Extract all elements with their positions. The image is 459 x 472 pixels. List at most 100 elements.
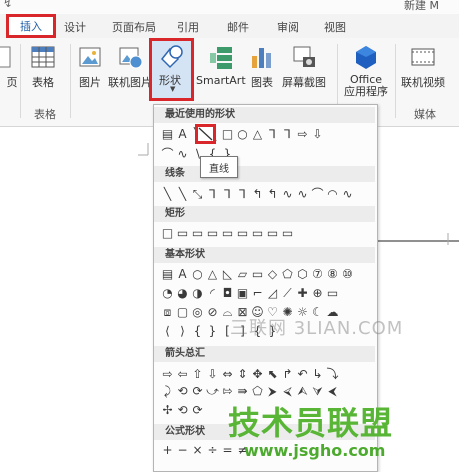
shape-item[interactable]: ◎ — [190, 305, 205, 319]
shape-item[interactable]: ◠ — [325, 187, 340, 201]
picture-button[interactable]: 图片 — [77, 44, 103, 90]
shape-item[interactable]: ▭ — [235, 226, 250, 240]
shape-item[interactable]: □ — [160, 226, 175, 240]
shape-item[interactable]: ⇨ — [295, 127, 310, 141]
shape-item[interactable]: ⇩ — [310, 127, 325, 141]
shape-item[interactable]: ◇ — [265, 267, 280, 281]
line-shape-button[interactable] — [195, 124, 216, 144]
shape-item[interactable]: − — [175, 443, 190, 457]
shape-item[interactable]: ⬠ — [250, 384, 265, 398]
shape-item[interactable]: ◿ — [265, 286, 280, 300]
shape-item[interactable]: ╲ — [175, 187, 190, 201]
shape-item[interactable]: ⇰ — [220, 384, 235, 398]
shape-item[interactable]: ⟲ — [175, 403, 190, 417]
shape-item[interactable]: ▭ — [280, 226, 295, 240]
shape-item[interactable]: ⅂ — [205, 187, 220, 201]
shape-item[interactable]: ▭ — [190, 226, 205, 240]
shape-item[interactable]: A — [175, 267, 190, 281]
shape-item[interactable]: ◕ — [175, 286, 190, 300]
shape-item[interactable]: ⑦ — [310, 267, 325, 281]
shape-item[interactable]: ▣ — [235, 286, 250, 300]
shape-item[interactable]: ⟳ — [190, 384, 205, 398]
shape-item[interactable]: ◔ — [160, 286, 175, 300]
shape-item[interactable]: ▭ — [250, 226, 265, 240]
shape-item[interactable]: ⊕ — [310, 286, 325, 300]
shape-item[interactable]: ⇨ — [160, 367, 175, 381]
shape-item[interactable]: = — [220, 443, 235, 457]
shape-item[interactable]: ╲ — [160, 187, 175, 201]
shape-item[interactable]: ⮙ — [295, 384, 310, 399]
shapes-button[interactable]: 形状 ▼ — [149, 38, 194, 101]
shape-item[interactable]: ⬉ — [265, 367, 280, 381]
shape-item[interactable]: ⟲ — [175, 384, 190, 398]
office-apps-button[interactable]: Office 应用程序 — [344, 44, 388, 98]
shape-item[interactable]: ∿ — [280, 187, 295, 201]
shape-item[interactable]: ⤻ — [205, 384, 220, 399]
shape-item[interactable]: ✥ — [250, 367, 265, 381]
shape-item[interactable]: ✚ — [295, 286, 310, 300]
shape-item[interactable]: ⮛ — [310, 384, 325, 399]
shape-item[interactable]: ÷ — [205, 443, 220, 457]
shape-item[interactable]: ⅂ — [235, 187, 250, 201]
shape-item[interactable]: ⅂ — [280, 127, 295, 141]
shape-item[interactable]: ↱ — [280, 367, 295, 381]
shape-item[interactable]: ∿ — [175, 147, 190, 161]
shape-item[interactable]: ⌒ — [310, 185, 325, 201]
tab-insert[interactable]: 插入 — [6, 14, 56, 38]
shape-item[interactable]: + — [160, 443, 175, 457]
shape-item[interactable]: ◜ — [205, 286, 220, 300]
shape-item[interactable]: ◘ — [220, 286, 235, 300]
smartart-button[interactable]: SmartArt — [196, 44, 246, 87]
shape-item[interactable]: ⌒ — [160, 145, 175, 161]
shape-item[interactable]: ▭ — [175, 226, 190, 240]
shape-item[interactable]: ⇦ — [175, 367, 190, 381]
shape-item[interactable]: ▭ — [205, 226, 220, 240]
shape-item[interactable]: ▭ — [325, 286, 340, 300]
shape-item[interactable]: ↳ — [310, 367, 325, 381]
shape-item[interactable]: ⬡ — [295, 267, 310, 281]
shape-item[interactable]: ⮞ — [265, 384, 280, 399]
shape-item[interactable]: ◺ — [220, 267, 235, 281]
shape-item[interactable]: ○ — [235, 127, 250, 141]
shape-item[interactable]: ⬠ — [280, 267, 295, 281]
shape-item[interactable]: ↶ — [295, 367, 310, 381]
shape-item[interactable]: ○ — [190, 267, 205, 281]
tab-references[interactable]: 引用 — [177, 19, 199, 35]
shape-item[interactable]: ▤ — [160, 267, 175, 281]
table-button[interactable]: 表格 — [30, 44, 56, 90]
shape-item[interactable]: ⤵ — [325, 365, 340, 381]
shape-item[interactable]: ▱ — [235, 267, 250, 281]
shape-item[interactable]: ⇔ — [220, 367, 235, 381]
shape-item[interactable]: × — [190, 443, 205, 457]
shape-item[interactable]: ✢ — [160, 403, 175, 417]
shape-item[interactable]: ⊘ — [205, 305, 220, 319]
shape-item[interactable]: ⇧ — [190, 367, 205, 381]
screenshot-button[interactable]: 屏幕截图 — [282, 44, 326, 90]
online-video-button[interactable]: 联机视频 — [401, 44, 445, 90]
quick-access-icon[interactable]: ↯ — [3, 0, 12, 10]
tab-page-layout[interactable]: 页面布局 — [112, 19, 156, 35]
shape-item[interactable]: ∿ — [295, 187, 310, 201]
shape-item[interactable]: ⇛ — [235, 384, 250, 398]
tab-view[interactable]: 视图 — [324, 19, 346, 35]
tab-design[interactable]: 设计 — [64, 19, 86, 35]
shape-item[interactable]: △ — [250, 127, 265, 141]
shape-item[interactable]: ⑩ — [340, 267, 355, 281]
shape-item[interactable]: △ — [205, 267, 220, 281]
shape-item[interactable]: ⤸ — [160, 384, 175, 399]
shape-item[interactable]: ⌐ — [250, 286, 265, 300]
shape-item[interactable]: ⮘ — [280, 384, 295, 399]
shape-item[interactable]: ▭ — [265, 226, 280, 240]
shape-item[interactable]: ▭ — [220, 226, 235, 240]
shape-item[interactable]: ⇕ — [235, 367, 250, 381]
pages-button[interactable]: 页 — [0, 44, 20, 90]
tab-mailings[interactable]: 邮件 — [227, 19, 249, 35]
shape-item[interactable]: ⇩ — [205, 367, 220, 381]
shape-item[interactable]: ⟋ — [280, 286, 295, 301]
shape-item[interactable]: ⅂ — [265, 127, 280, 141]
shape-item[interactable]: ⟩ — [175, 324, 190, 338]
shape-item[interactable]: ▤ — [160, 127, 175, 141]
tab-review[interactable]: 审阅 — [277, 19, 299, 35]
online-picture-button[interactable]: 联机图片 — [108, 44, 152, 90]
shape-item[interactable]: ↰ — [250, 187, 265, 201]
